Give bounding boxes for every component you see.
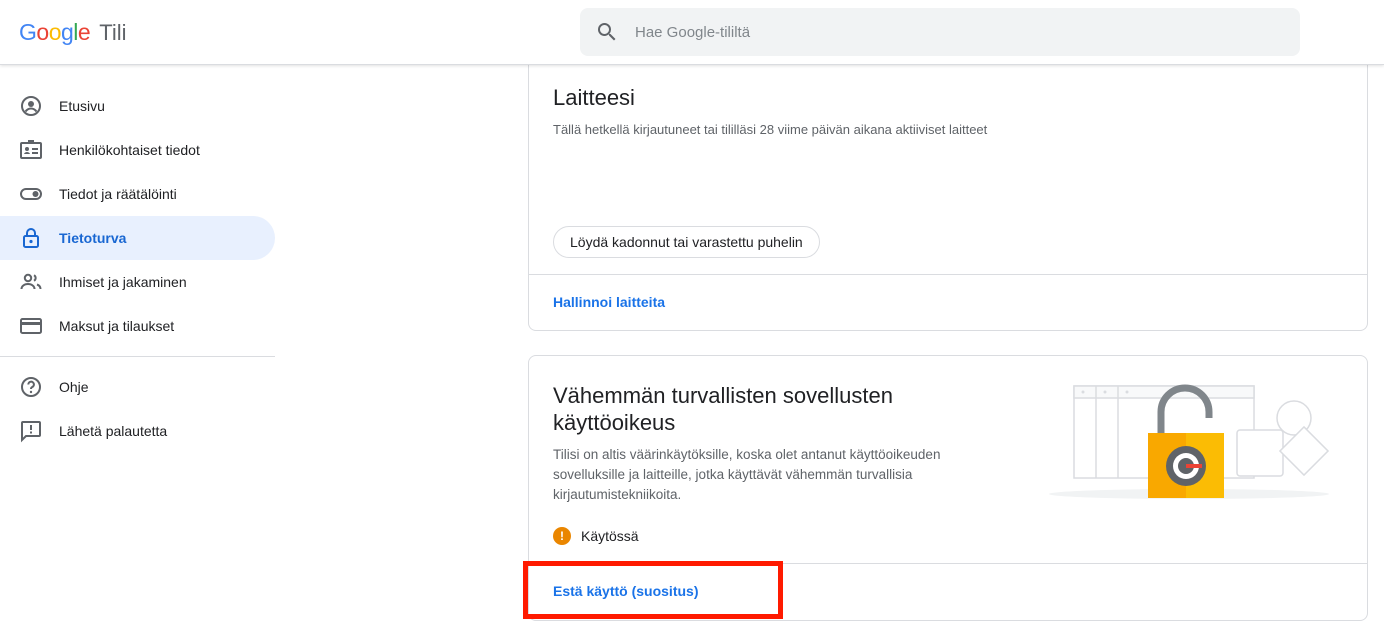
sidebar-item-feedback[interactable]: Lähetä palautetta — [0, 409, 275, 453]
people-icon — [19, 270, 43, 294]
security-lock-illustration — [1049, 384, 1330, 499]
sidebar-item-label: Maksut ja tilaukset — [59, 318, 175, 334]
card-divider — [529, 274, 1367, 275]
sidebar-item-data-privacy[interactable]: Tiedot ja räätälöinti — [0, 172, 275, 216]
sidebar-item-label: Henkilökohtaiset tiedot — [59, 142, 200, 158]
less-secure-apps-card: Vähemmän turvallisten sovellusten käyttö… — [528, 355, 1368, 621]
toggle-icon — [19, 182, 43, 206]
logo-letter: g — [60, 19, 74, 45]
help-icon — [19, 375, 43, 399]
credit-card-icon — [19, 314, 43, 338]
devices-card-subtitle: Tällä hetkellä kirjautuneet tai tililläs… — [553, 122, 988, 137]
lock-icon — [19, 226, 43, 250]
devices-card: Laitteesi Tällä hetkellä kirjautuneet ta… — [528, 45, 1368, 331]
sidebar-item-people-sharing[interactable]: Ihmiset ja jakaminen — [0, 260, 275, 304]
sidebar-item-help[interactable]: Ohje — [0, 365, 275, 409]
sidebar-item-label: Tiedot ja räätälöinti — [59, 186, 177, 202]
search-icon[interactable] — [595, 20, 619, 44]
google-logo: Google — [19, 19, 91, 46]
less-secure-apps-title: Vähemmän turvallisten sovellusten käyttö… — [553, 383, 893, 435]
account-circle-icon — [19, 94, 43, 118]
sidebar-divider — [0, 356, 275, 357]
card-divider — [529, 563, 1367, 564]
google-account-logo[interactable]: Google Tili — [19, 19, 127, 46]
sidebar-item-label: Tietoturva — [59, 230, 127, 246]
search-input[interactable] — [635, 23, 1235, 41]
less-secure-apps-description: Tilisi on altis väärinkäytöksille, koska… — [553, 447, 941, 502]
status-row: ! Käytössä — [553, 527, 639, 545]
sidebar-item-label: Etusivu — [59, 98, 105, 114]
status-text: Käytössä — [581, 528, 639, 544]
manage-devices-link[interactable]: Hallinnoi laitteita — [553, 294, 665, 310]
search-bar[interactable] — [580, 8, 1300, 56]
logo-letter: o — [48, 19, 62, 45]
logo-letter: o — [36, 19, 49, 45]
sidebar-item-label: Lähetä palautetta — [59, 423, 168, 439]
sidebar-item-security[interactable]: Tietoturva — [0, 216, 275, 260]
block-access-link[interactable]: Estä käyttö (suositus) — [553, 583, 698, 599]
app-header: Google Tili — [0, 0, 1384, 65]
sidebar-nav: Etusivu Henkilökohtaiset tiedot Tiedot j… — [0, 65, 275, 453]
sidebar-item-personal-info[interactable]: Henkilökohtaiset tiedot — [0, 128, 275, 172]
sidebar-item-label: Ohje — [59, 379, 89, 395]
sidebar-item-payments[interactable]: Maksut ja tilaukset — [0, 304, 275, 348]
feedback-icon — [19, 419, 43, 443]
product-name: Tili — [99, 20, 127, 45]
logo-letter: e — [77, 19, 91, 45]
sidebar-item-label: Ihmiset ja jakaminen — [59, 274, 187, 290]
logo-letter: G — [19, 19, 37, 45]
id-card-icon — [19, 138, 43, 162]
warning-icon: ! — [553, 527, 571, 545]
sidebar-item-home[interactable]: Etusivu — [0, 84, 275, 128]
find-lost-phone-button[interactable]: Löydä kadonnut tai varastettu puhelin — [553, 226, 820, 258]
devices-card-title: Laitteesi — [553, 85, 635, 110]
